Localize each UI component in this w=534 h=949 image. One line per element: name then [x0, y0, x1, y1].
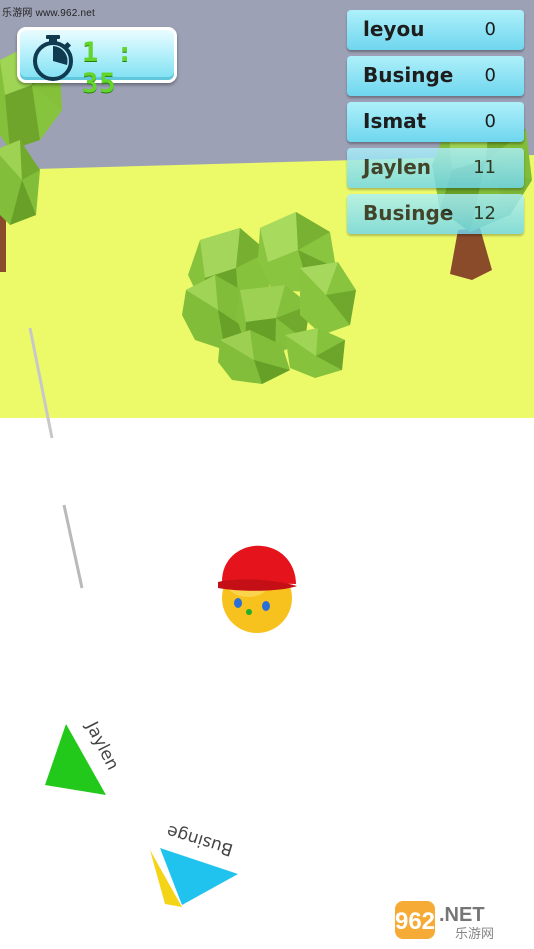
site-logo-watermark: 962 .NET 乐游网	[395, 901, 494, 941]
timer-minutes: 1	[82, 37, 100, 68]
leaderboard-row: Jaylen 11	[347, 148, 524, 188]
timer-separator: :	[116, 37, 134, 68]
player-score: 0	[484, 19, 496, 40]
logo-brand: 962	[395, 908, 435, 935]
player-name: leyou	[363, 17, 425, 41]
player-eye	[234, 598, 242, 608]
timer-seconds: 35	[82, 68, 117, 99]
player-name: Jaylen	[363, 155, 432, 179]
leaderboard-row: Businge 12	[347, 194, 524, 234]
site-watermark: 乐游网 www.962.net	[2, 8, 96, 19]
leaderboard-row: Businge 0	[347, 56, 524, 96]
player-name: Ismat	[363, 109, 427, 133]
logo-site-name: 乐游网	[455, 927, 494, 941]
player-eye	[262, 601, 270, 611]
player-score: 11	[473, 157, 496, 178]
timer-readout: 1 : 35	[82, 37, 174, 99]
leaderboard-row: leyou 0	[347, 10, 524, 50]
white-floor	[0, 418, 534, 949]
player-score: 12	[473, 203, 496, 224]
player-name: Businge	[363, 201, 454, 225]
player-score: 0	[484, 111, 496, 132]
leaderboard: leyou 0 Businge 0 Ismat 0 Jaylen 11 Busi…	[347, 10, 524, 240]
player-name: Businge	[363, 63, 454, 87]
stopwatch-icon	[33, 35, 73, 81]
player-nose	[246, 609, 252, 615]
leaderboard-row: Ismat 0	[347, 102, 524, 142]
logo-suffix: .NET	[439, 904, 485, 926]
match-timer: 1 : 35	[17, 27, 177, 99]
player-score: 0	[484, 65, 496, 86]
